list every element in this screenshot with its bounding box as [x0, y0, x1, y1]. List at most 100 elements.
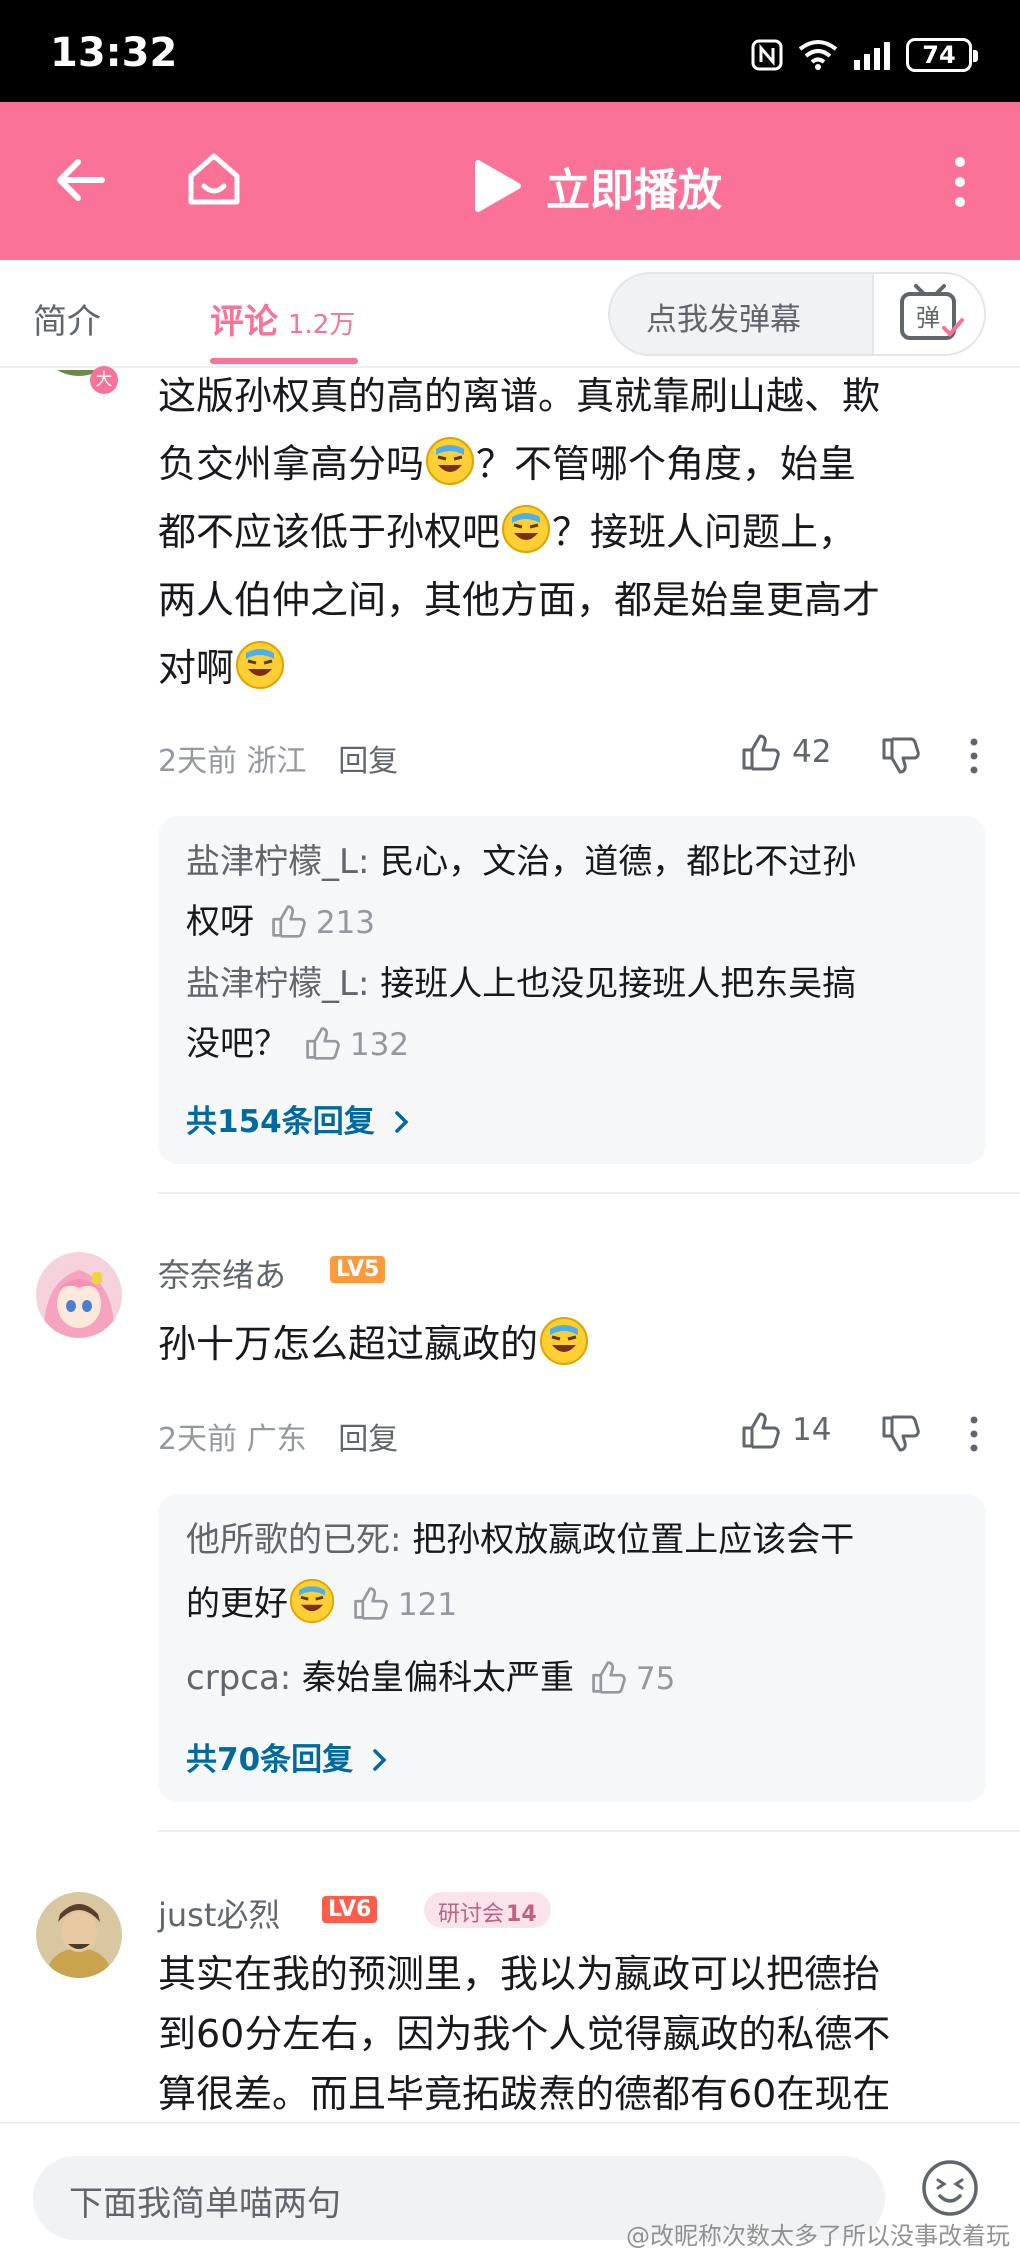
emoji-button[interactable] — [920, 2158, 980, 2222]
comment-divider — [158, 1192, 1020, 1194]
comment-time: 2天前 — [158, 744, 238, 779]
home-button[interactable] — [185, 150, 243, 212]
reply-text: 权呀 — [186, 902, 254, 942]
chevron-right-icon — [373, 1749, 387, 1771]
reply-item-cont: 没吧？ 132 — [186, 1016, 966, 1073]
comment-location: 浙江 — [246, 744, 307, 779]
chevron-right-icon — [394, 1111, 408, 1133]
comment-username[interactable]: just必烈 — [158, 1890, 280, 1936]
view-all-replies-label: 共70条回复 — [186, 1742, 354, 1778]
thumbs-up-icon — [742, 734, 780, 771]
reply-button[interactable]: 回复 — [338, 744, 398, 779]
reply-preview-box[interactable]: 他所歌的已死: 把孙权放嬴政位置上应该会干 的更好 121 crpca: 秦始皇… — [158, 1494, 986, 1802]
thumbs-down-icon — [882, 737, 920, 774]
avatar[interactable] — [36, 1252, 122, 1338]
like-button[interactable]: 14 — [740, 1410, 831, 1450]
comment-time: 2天前 — [158, 1422, 238, 1457]
reply-username[interactable]: crpca: — [186, 1658, 291, 1698]
reply-like[interactable]: 132 — [304, 1027, 409, 1063]
reply-preview-box[interactable]: 盐津柠檬_L: 民心，文治，道德，都比不过孙 权呀 213 盐津柠檬_L: 接班… — [158, 816, 986, 1164]
more-vertical-icon — [955, 157, 965, 207]
comment-text: 这版孙权真的高的离谱。真就靠刷山越、欺 负交州拿高分吗 ？不管哪个角度，始皇 都不… — [158, 362, 978, 702]
comment-line: 对啊 — [158, 646, 235, 690]
danmaku-icon-text: 弹 — [916, 304, 940, 332]
wifi-icon — [798, 40, 838, 70]
fan-medal-name: 研讨会 — [438, 1902, 505, 1927]
comment-line: 两人伯仲之间，其他方面，都是始皇更高才 — [158, 578, 881, 622]
view-all-replies-link[interactable]: 共70条回复 — [186, 1734, 390, 1779]
play-now-button[interactable]: 立即播放 — [472, 154, 722, 218]
comment-meta: 2天前 广东 回复 — [158, 1414, 398, 1458]
level-badge: LV6 — [322, 1896, 378, 1923]
laughing-cry-emoji-icon — [502, 505, 551, 553]
more-options-button[interactable] — [950, 154, 970, 214]
reply-button[interactable]: 回复 — [338, 1422, 398, 1457]
reply-item-cont: 权呀 213 — [186, 894, 966, 951]
laughing-cry-emoji-icon — [540, 1317, 589, 1365]
thumbs-up-icon — [354, 1587, 388, 1620]
status-bar: 13:32 74 — [0, 0, 1020, 102]
comment-line: 都不应该低于孙权吧 — [158, 510, 501, 554]
back-button[interactable] — [52, 152, 108, 212]
comment-input-placeholder: 下面我简单喵两句 — [69, 2184, 341, 2224]
nfc-icon — [751, 39, 783, 71]
danmaku-input[interactable]: 点我发弹幕 弹 — [608, 272, 986, 356]
uploader-badge: 大 — [90, 366, 118, 394]
historical-portrait-avatar-icon — [36, 1892, 122, 1978]
comment-line: 负交州拿高分吗 — [158, 442, 425, 486]
fan-medal-level: 14 — [506, 1902, 537, 1927]
laughing-cry-emoji-icon — [289, 1578, 335, 1624]
reply-like[interactable]: 75 — [590, 1661, 675, 1697]
danmaku-toggle-button[interactable]: 弹 — [872, 274, 984, 354]
comment-username[interactable]: 奈奈绪あ — [158, 1250, 286, 1296]
thumbs-down-icon — [882, 1415, 920, 1452]
reply-item[interactable]: 盐津柠檬_L: 民心，文治，道德，都比不过孙 — [186, 834, 966, 890]
laughing-cry-emoji-icon — [236, 641, 285, 689]
comment-line: ？不管哪个角度，始皇 — [476, 442, 857, 486]
reply-username[interactable]: 盐津柠檬_L: — [186, 842, 369, 882]
reply-text: 没吧？ — [186, 1024, 288, 1064]
avatar[interactable] — [36, 1892, 122, 1978]
reply-item[interactable]: 他所歌的已死: 把孙权放嬴政位置上应该会干 — [186, 1512, 966, 1568]
reply-item[interactable]: 盐津柠檬_L: 接班人上也没见接班人把东吴搞 — [186, 956, 966, 1012]
fan-medal-badge: 研讨会14 — [424, 1892, 551, 1928]
reply-like-count: 132 — [349, 1027, 410, 1063]
tab-comments[interactable]: 评论 1.2万 — [210, 294, 355, 343]
more-vertical-icon — [970, 738, 978, 774]
thumbs-up-icon — [306, 1027, 340, 1060]
comment-more-button[interactable] — [968, 736, 980, 780]
comment-line: 算很差。而且毕竟拓跋焘的德都有60在现在 — [158, 2072, 891, 2116]
reply-username[interactable]: 盐津柠檬_L: — [186, 964, 369, 1004]
reply-text: 把孙权放嬴政位置上应该会干 — [401, 1520, 855, 1560]
dislike-button[interactable] — [880, 736, 920, 780]
reply-text: 秦始皇偏科太严重 — [291, 1658, 575, 1698]
weibo-watermark: @改昵称次数太多了所以没事改着玩 — [626, 2222, 1010, 2250]
reply-username[interactable]: 他所歌的已死: — [186, 1520, 401, 1560]
comment-location: 广东 — [246, 1422, 307, 1457]
like-button[interactable]: 42 — [740, 732, 831, 772]
reply-text: 接班人上也没见接班人把东吴搞 — [369, 964, 857, 1004]
comment-line: ？接班人问题上， — [552, 510, 857, 554]
comment-meta: 2天前 浙江 回复 — [158, 736, 398, 780]
view-all-replies-link[interactable]: 共154条回复 — [186, 1096, 412, 1141]
home-icon — [188, 153, 240, 205]
anime-avatar-icon — [36, 1252, 122, 1338]
battery-icon: 74 — [906, 38, 978, 72]
reply-like-count: 121 — [397, 1587, 458, 1623]
status-time: 13:32 — [50, 30, 178, 76]
thumbs-up-icon — [742, 1412, 780, 1449]
back-arrow-icon — [57, 159, 105, 201]
reply-item[interactable]: crpca: 秦始皇偏科太严重 75 — [186, 1650, 966, 1707]
reply-like[interactable]: 213 — [270, 905, 375, 941]
dislike-button[interactable] — [880, 1414, 920, 1458]
thumbs-up-icon — [272, 905, 306, 938]
comment-text: 其实在我的预测里，我以为嬴政可以把德抬 到60分左右，因为我个人觉得嬴政的私德不… — [158, 1944, 978, 2124]
comment-more-button[interactable] — [968, 1414, 980, 1458]
reply-text: 民心，文治，道德，都比不过孙 — [369, 842, 857, 882]
play-icon — [475, 160, 521, 212]
signal-icon — [854, 42, 890, 70]
reply-like[interactable]: 121 — [352, 1587, 457, 1623]
reply-like-count: 75 — [635, 1661, 676, 1697]
like-count: 14 — [792, 1412, 832, 1448]
tab-intro[interactable]: 简介 — [33, 294, 101, 343]
